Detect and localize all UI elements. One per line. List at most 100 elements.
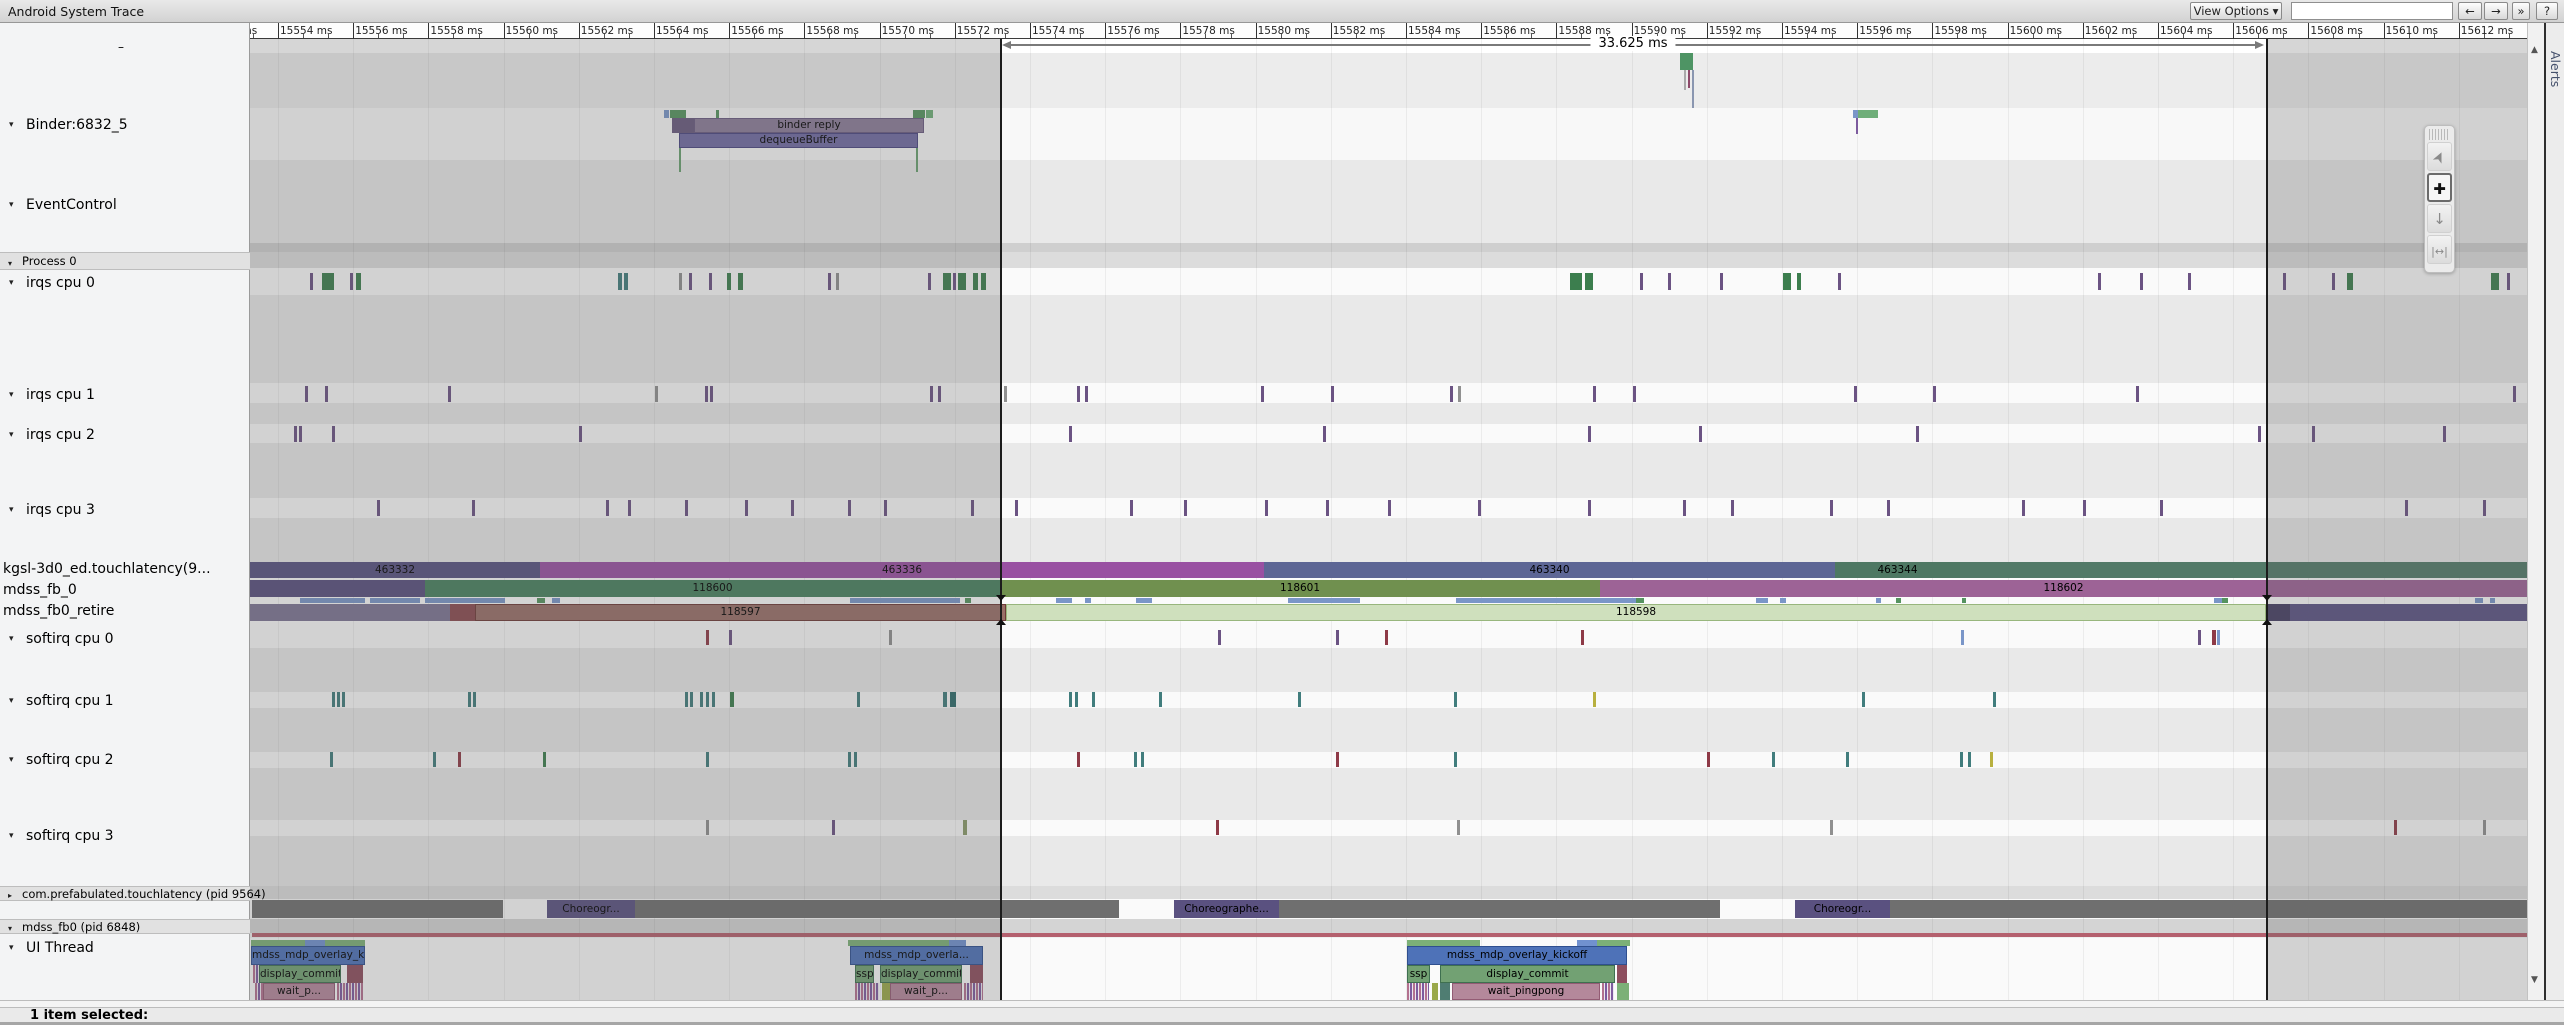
event-tick-irqs-cpu-2[interactable] [1916,426,1919,442]
event-tick-irqs-cpu-2[interactable] [1069,426,1072,442]
sidebar-track-row[interactable]: – [118,40,368,54]
trace-mark[interactable] [1680,53,1693,70]
expanded-icon[interactable]: ▾ [8,255,12,272]
event-tick-softirq-cpu-2[interactable] [1968,752,1971,767]
event-tick-irqs-cpu-0[interactable] [1720,273,1723,290]
event-tick-mdss-fb0-events[interactable] [2222,598,2228,603]
event-tick-softirq-cpu-1[interactable] [1862,692,1865,707]
event-tick-softirq-cpu-0[interactable] [2212,630,2216,645]
event-tick-irqs-cpu-3[interactable] [2083,500,2086,516]
event-tick-irqs-cpu-1[interactable] [1077,386,1080,402]
trace-mark[interactable] [1602,983,1614,1000]
event-tick-softirq-cpu-2[interactable] [1077,752,1080,767]
event-tick-mdss-fb0-events[interactable] [1962,598,1966,603]
selection-tool-button[interactable]: ➤ [2427,142,2452,171]
event-tick-softirq-cpu-0[interactable] [1581,630,1584,645]
event-tick-irqs-cpu-3[interactable] [1830,500,1833,516]
trace-mark[interactable] [1856,118,1858,134]
event-tick-mdss-fb0-events[interactable] [1756,598,1768,603]
event-tick-mdss-fb0-events[interactable] [1056,598,1072,603]
event-tick-mdss-fb0-events[interactable] [1464,598,1636,603]
event-tick-irqs-cpu-2[interactable] [1588,426,1591,442]
sidebar-track-row[interactable]: mdss_fb0_retire [3,603,253,619]
expanded-icon[interactable]: ▾ [9,390,14,400]
timeline-canvas[interactable]: 15552 ms15554 ms15556 ms15558 ms15560 ms… [250,23,2527,1000]
event-tick-irqs-cpu-1[interactable] [1854,386,1857,402]
event-tick-irqs-cpu-3[interactable] [1683,500,1686,516]
event-tick-irqs-cpu-1[interactable] [1458,386,1461,402]
event-tick-softirq-cpu-0[interactable] [1218,630,1221,645]
trace-mark[interactable] [1407,983,1429,1000]
scroll-down-icon[interactable]: ▼ [2531,975,2538,985]
event-tick-softirq-cpu-2[interactable] [1336,752,1339,767]
event-tick-irqs-cpu-0[interactable] [1640,273,1643,290]
selection-marker-right[interactable] [2266,35,2268,1000]
event-tick-irqs-cpu-3[interactable] [2160,500,2163,516]
trace-slice[interactable]: display_commit [1440,965,1615,983]
palette-drag-handle[interactable] [2429,129,2450,140]
vertical-scrollbar[interactable]: ▲ ▼ [2527,23,2544,1000]
scroll-up-icon[interactable]: ▲ [2531,45,2538,55]
trace-mark[interactable] [1617,983,1629,1000]
horizontal-scrollbar[interactable] [0,1000,2564,1008]
event-tick-softirq-cpu-2[interactable] [1772,752,1775,767]
group-header[interactable]: ▸com.prefabulated.touchlatency (pid 9564… [0,886,250,901]
event-tick-irqs-cpu-3[interactable] [2022,500,2025,516]
find-next-button[interactable]: → [2484,2,2508,20]
event-tick-irqs-cpu-3[interactable] [1326,500,1329,516]
expanded-icon[interactable]: ▾ [8,922,12,936]
event-tick-mdss-fb0-events[interactable] [2214,598,2222,603]
event-tick-softirq-cpu-2[interactable] [1960,752,1963,767]
event-tick-softirq-cpu-3[interactable] [1216,820,1219,835]
event-tick-irqs-cpu-1[interactable] [1450,386,1453,402]
trace-slice[interactable]: 463344 [1835,562,1960,578]
view-options-button[interactable]: View Options ▾ [2190,2,2282,20]
event-tick-mdss-fb0-events[interactable] [1896,598,1901,603]
find-previous-button[interactable]: ← [2458,2,2482,20]
event-tick-irqs-cpu-0[interactable] [2140,273,2143,290]
event-tick-irqs-cpu-1[interactable] [1085,386,1088,402]
event-tick-softirq-cpu-2[interactable] [1454,752,1457,767]
event-tick-softirq-cpu-1[interactable] [1092,692,1095,707]
sidebar-track-row[interactable]: mdss_fb_0 [3,582,253,598]
event-tick-softirq-cpu-0[interactable] [1961,630,1964,645]
event-tick-softirq-cpu-3[interactable] [1457,820,1460,835]
zoom-tool-button[interactable]: ↓ [2427,204,2452,233]
event-tick-irqs-cpu-3[interactable] [1731,500,1734,516]
event-tick-softirq-cpu-1[interactable] [1593,692,1596,707]
event-tick-irqs-cpu-1[interactable] [1933,386,1936,402]
event-tick-irqs-cpu-0[interactable] [2188,273,2191,290]
trace-slice[interactable]: wait_pingpong [1452,983,1600,1000]
event-tick-irqs-cpu-0[interactable] [1570,273,1582,290]
event-tick-irqs-cpu-0[interactable] [1783,273,1791,290]
event-tick-softirq-cpu-1[interactable] [1069,692,1072,707]
group-header[interactable]: ▾mdss_fb0 (pid 6848) [0,919,250,934]
expanded-icon[interactable]: ▾ [9,278,14,288]
event-tick-mdss-fb0-events[interactable] [1085,598,1091,603]
trace-slice[interactable]: 118601 [1000,580,1600,597]
event-tick-mdss-fb0-events[interactable] [1636,598,1644,603]
event-tick-irqs-cpu-2[interactable] [2258,426,2261,442]
group-header[interactable]: ▾Process 0 [0,252,250,270]
event-tick-irqs-cpu-3[interactable] [1015,500,1018,516]
trace-slice[interactable]: mdss_mdp_overlay_kickoff [1407,946,1627,965]
event-tick-irqs-cpu-1[interactable] [1261,386,1264,402]
expanded-icon[interactable]: ▾ [9,120,14,130]
trace-mark[interactable] [1440,983,1450,1000]
event-tick-irqs-cpu-2[interactable] [1323,426,1326,442]
event-tick-mdss-fb0-events[interactable] [1136,598,1152,603]
timing-tool-button[interactable]: |↔| [2427,235,2452,264]
event-tick-irqs-cpu-1[interactable] [1331,386,1334,402]
event-tick-softirq-cpu-2[interactable] [1134,752,1137,767]
event-tick-softirq-cpu-3[interactable] [1830,820,1833,835]
expanded-icon[interactable]: ▾ [9,696,14,706]
event-tick-softirq-cpu-2[interactable] [1846,752,1849,767]
event-tick-irqs-cpu-3[interactable] [1265,500,1268,516]
event-tick-irqs-cpu-3[interactable] [1184,500,1187,516]
pan-tool-button[interactable]: ✚ [2427,173,2452,202]
trace-slice[interactable]: Choreogr... [1795,900,1890,918]
trace-slice[interactable]: Choreographe... [1174,900,1279,918]
event-tick-irqs-cpu-0[interactable] [1838,273,1841,290]
event-tick-irqs-cpu-0[interactable] [1797,273,1801,290]
alerts-panel-tab[interactable]: Alerts [2544,23,2564,1000]
